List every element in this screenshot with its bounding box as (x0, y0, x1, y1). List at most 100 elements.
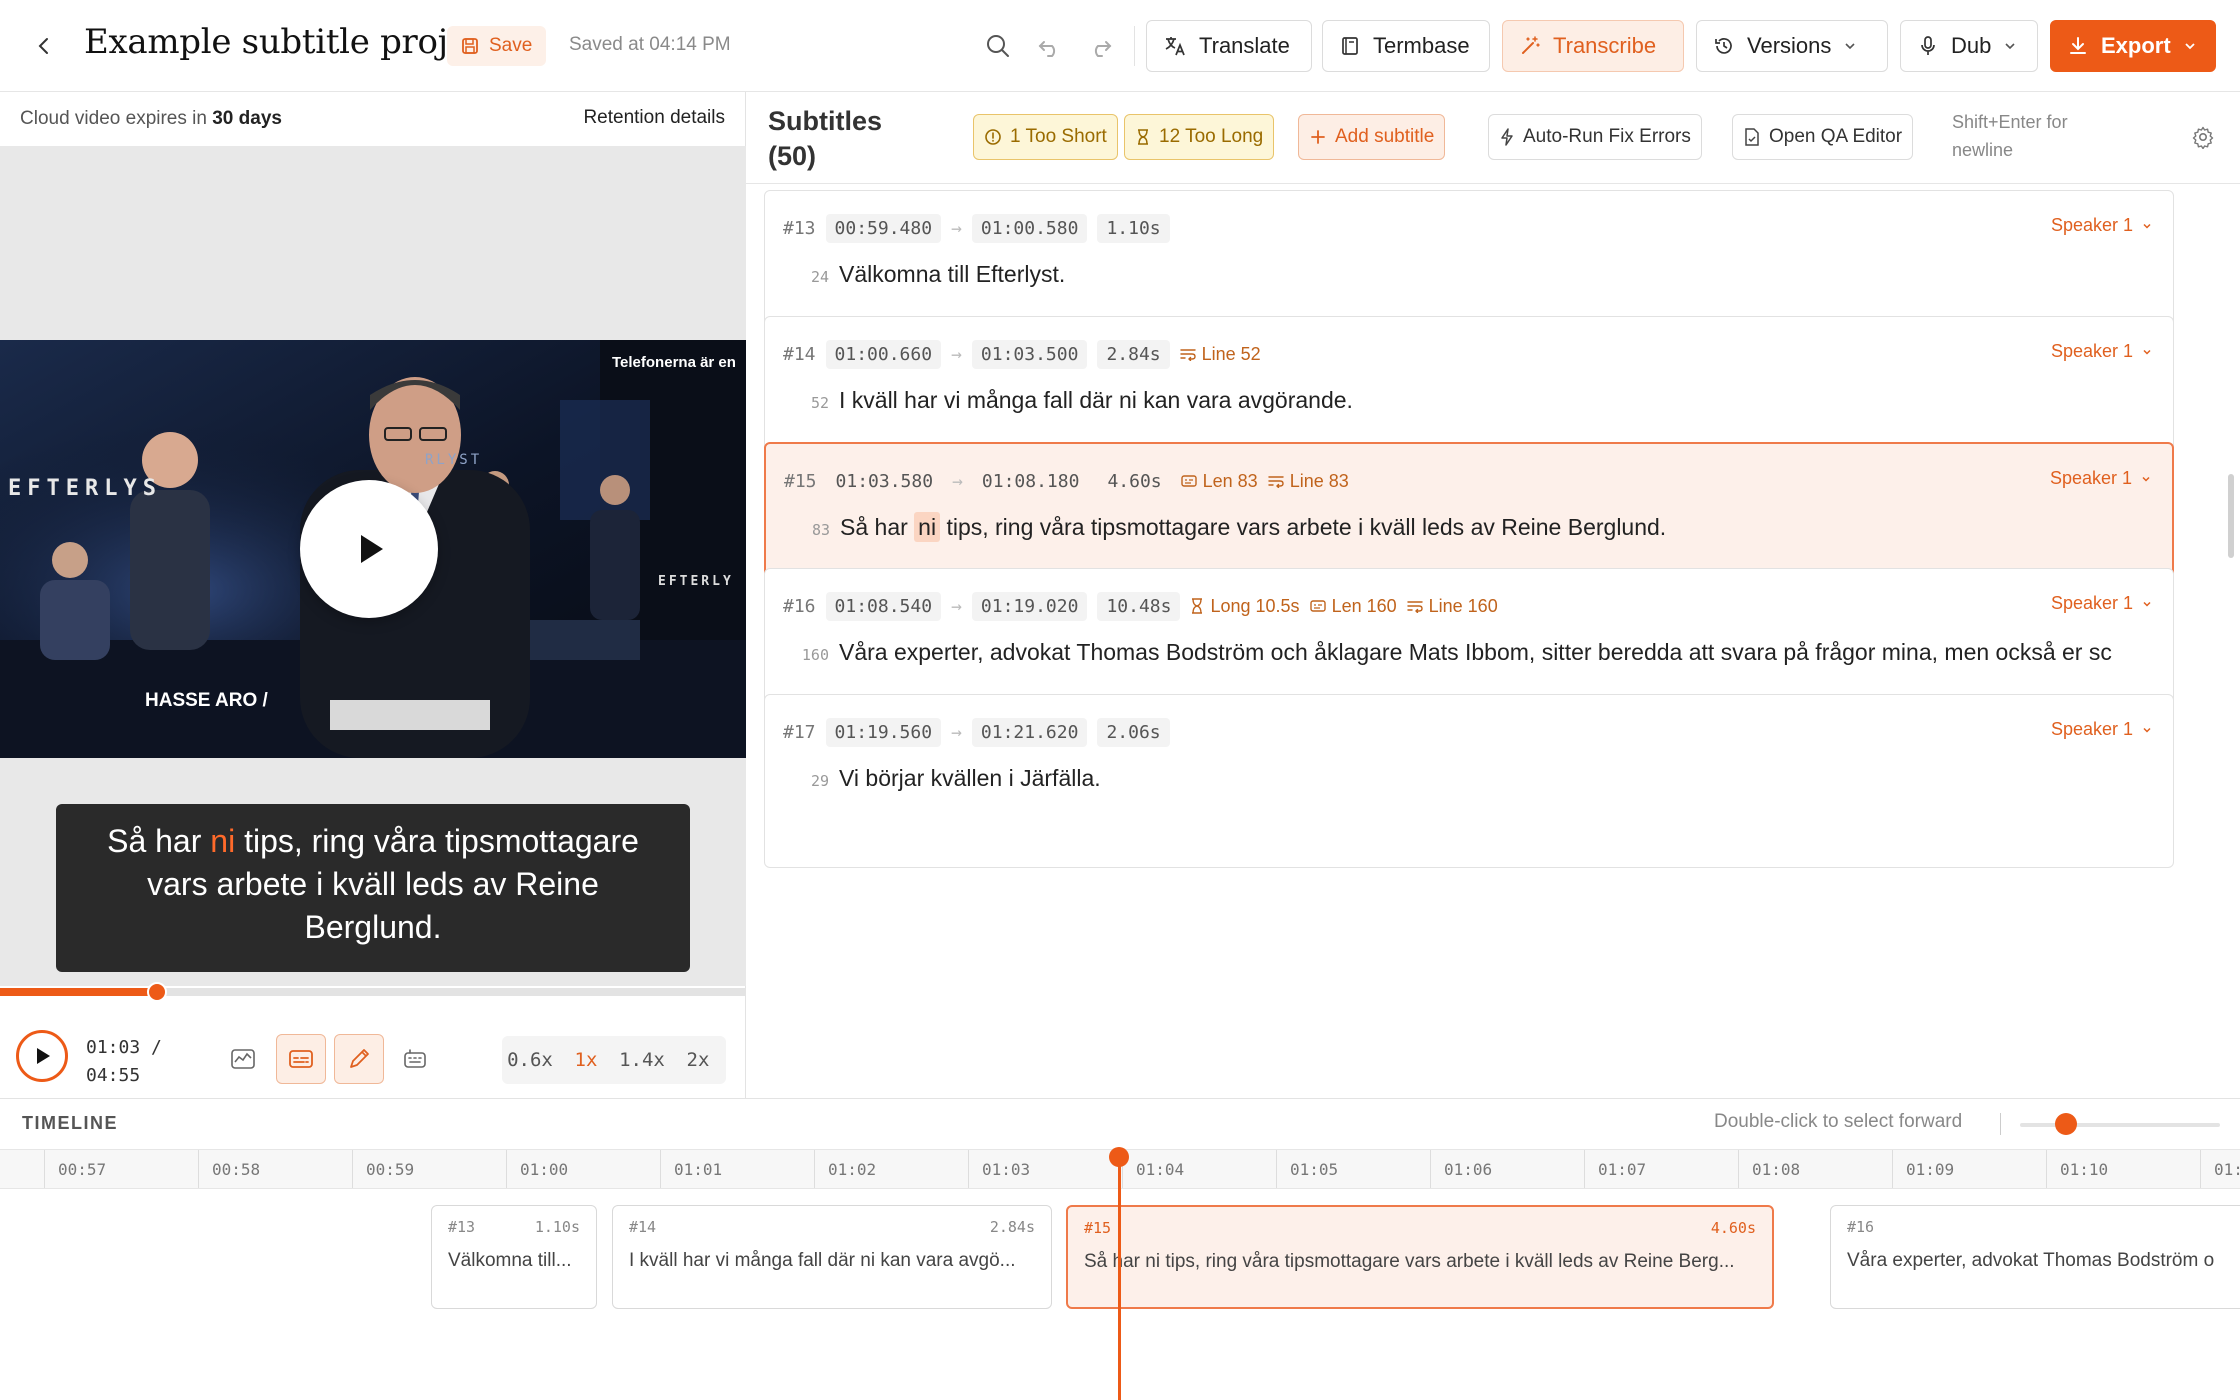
video-play-button[interactable] (300, 480, 438, 618)
history-icon (1715, 38, 1732, 54)
cloud-expiry-text: Cloud video expires in (20, 108, 207, 129)
timeline-segment[interactable]: #15 4.60s Så har ni tips, ring våra tipsmo… (1066, 1205, 1774, 1309)
start-time[interactable]: 01:00.660 (825, 339, 942, 369)
dub-button[interactable]: Dub (1900, 20, 2038, 72)
video-progress-bar[interactable] (0, 982, 746, 1002)
arrow-right-icon: → (951, 217, 962, 239)
start-time[interactable]: 01:08.540 (825, 591, 942, 621)
subtitle-text[interactable]: I kväll har vi många fall där ni kan var… (839, 387, 1353, 414)
issue-badge: Long 10.5s (1190, 596, 1300, 617)
microphone-icon (1921, 36, 1935, 55)
speaker-select[interactable]: Speaker 1 (2050, 468, 2152, 489)
header-divider (1134, 26, 1135, 66)
subtitles-title: Subtitles (50) (768, 104, 882, 174)
end-time[interactable]: 01:03.500 (971, 339, 1088, 369)
saved-status: Saved at 04:14 PM (569, 34, 731, 55)
timeline-playhead[interactable] (1118, 1153, 1121, 1400)
speaker-select[interactable]: Speaker 1 (2051, 215, 2153, 236)
subtitle-meta: #13 00:59.480 → 01:00.580 1.10s (783, 211, 1170, 245)
speaker-select[interactable]: Speaker 1 (2051, 341, 2153, 362)
start-time[interactable]: 01:03.580 (827, 467, 943, 496)
too-short-filter[interactable]: 1 Too Short (973, 114, 1118, 160)
char-count: 83 (811, 521, 830, 539)
top-header: Example subtitle project Save Saved at 0… (0, 0, 2240, 92)
search-icon (987, 35, 1009, 57)
issue-badge: Line 52 (1179, 344, 1261, 365)
timeline-zoom-slider[interactable] (2020, 1123, 2220, 1127)
ruler-tick-label: 01:04 (1136, 1160, 1185, 1179)
settings-button[interactable] (2188, 122, 2218, 152)
subtitle-text[interactable]: Vi börjar kvällen i Järfälla. (839, 765, 1101, 792)
keyboard-icon (404, 1049, 426, 1068)
speed-option-1x[interactable]: 1x (558, 1049, 614, 1071)
open-qa-editor-button[interactable]: Open QA Editor (1732, 114, 1914, 160)
video-progress-thumb[interactable] (146, 982, 167, 1002)
chevron-down-icon (2143, 727, 2151, 733)
translate-label: Translate (1199, 33, 1290, 58)
timeline-zoom-thumb[interactable] (2055, 1113, 2077, 1135)
speaker-select[interactable]: Speaker 1 (2051, 719, 2153, 740)
keyboard-toggle[interactable] (390, 1034, 440, 1084)
speaker-select[interactable]: Speaker 1 (2051, 593, 2153, 614)
end-time[interactable]: 01:19.020 (971, 591, 1088, 621)
project-title[interactable]: Example subtitle project (84, 22, 500, 62)
export-label: Export (2101, 33, 2171, 58)
translate-button[interactable]: Translate (1146, 20, 1312, 72)
subtitle-meta: #15 01:03.580 → 01:08.180 4.60s Len 83 Line 83 (784, 464, 1349, 498)
speed-option-1_4x[interactable]: 1.4x (614, 1049, 670, 1071)
end-time[interactable]: 01:21.620 (971, 717, 1088, 747)
timeline-segment[interactable]: #13 1.10s Välkomna till... (431, 1205, 597, 1309)
add-subtitle-button[interactable]: Add subtitle (1298, 114, 1446, 160)
duration: 4.60s (1107, 470, 1162, 492)
subtitle-card[interactable]: #17 01:19.560 → 01:21.620 2.06s Speaker 1 29 Vi… (764, 694, 2174, 868)
edit-toggle[interactable] (334, 1034, 384, 1084)
play-button[interactable] (16, 1030, 68, 1082)
cloud-expiry-days: 30 days (212, 108, 282, 129)
end-time[interactable]: 01:00.580 (971, 213, 1088, 243)
speed-option-2x[interactable]: 2x (670, 1049, 726, 1071)
ruler-tick (2200, 1150, 2201, 1188)
subtitles-toggle[interactable] (276, 1034, 326, 1084)
start-time[interactable]: 01:19.560 (825, 717, 942, 747)
subtitle-number: #13 (783, 217, 816, 239)
video-player[interactable]: EFTERLYS HASSE ARO / Telefonerna är en E… (0, 146, 746, 986)
subtitle-text[interactable]: Välkomna till Efterlyst. (839, 261, 1065, 288)
subtitle-list[interactable]: #13 00:59.480 → 01:00.580 1.10s Speaker 1 24 Vä… (746, 184, 2240, 1098)
lines-icon (1179, 347, 1196, 361)
arrow-right-icon: → (952, 470, 963, 492)
issue-label: Line 83 (1289, 470, 1349, 491)
start-time[interactable]: 00:59.480 (825, 213, 942, 243)
subtitle-text[interactable]: Våra experter, advokat Thomas Bodström o… (839, 639, 2112, 666)
ruler-tick (1892, 1150, 1893, 1188)
versions-label: Versions (1747, 33, 1832, 58)
timeline-segment[interactable]: #14 2.84s I kväll har vi många fall där ni… (612, 1205, 1052, 1309)
captions-icon (289, 1050, 313, 1068)
subtitle-list-scrollbar[interactable] (2228, 474, 2234, 558)
versions-button[interactable]: Versions (1696, 20, 1888, 72)
auto-run-fix-button[interactable]: Auto-Run Fix Errors (1488, 114, 1702, 160)
save-button[interactable]: Save (447, 26, 547, 66)
chevron-down-icon (2185, 43, 2195, 50)
download-icon (2070, 37, 2086, 54)
redo-button[interactable] (1082, 28, 1118, 64)
too-long-filter[interactable]: 12 Too Long (1124, 114, 1275, 160)
ruler-tick (814, 1150, 815, 1188)
subtitle-meta: #17 01:19.560 → 01:21.620 2.06s (783, 715, 1170, 749)
transcribe-button[interactable]: Transcribe (1502, 20, 1684, 72)
retention-details-link[interactable]: Retention details (583, 107, 725, 129)
search-button[interactable] (980, 28, 1016, 64)
segment-meta: #13 1.10s (448, 1218, 580, 1236)
waveform-toggle[interactable] (218, 1034, 268, 1084)
subtitle-number: #17 (783, 721, 816, 743)
player-controls: 01:03 / 04:55 0.6x 1x 1.4x 2x (0, 1012, 746, 1092)
subtitle-text[interactable]: Så har ni tips, ring våra tipsmottagare … (840, 512, 1666, 542)
speed-option-0_6x[interactable]: 0.6x (502, 1049, 558, 1071)
back-button[interactable] (28, 30, 60, 62)
undo-button[interactable] (1032, 28, 1068, 64)
termbase-button[interactable]: Termbase (1322, 20, 1490, 72)
end-time[interactable]: 01:08.180 (973, 467, 1089, 496)
export-button[interactable]: Export (2050, 20, 2216, 72)
timeline-playhead-knob[interactable] (1109, 1147, 1129, 1167)
timeline-segment[interactable]: #16 Våra experter, advokat Thomas Bodströ… (1830, 1205, 2240, 1309)
time-total: 04:55 (86, 1065, 141, 1086)
